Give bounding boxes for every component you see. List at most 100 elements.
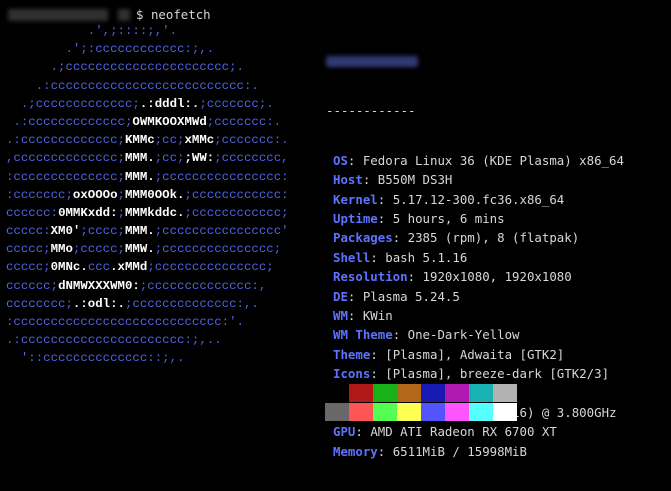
logo-line: .:cccccccccccccccccccccc:;,.. <box>6 331 289 349</box>
logo-line: ccccc;0MNc.ccc.xMMd;ccccccccccccccc; <box>6 258 289 276</box>
logo-line: '::cccccccccccccc::;,. <box>6 349 289 367</box>
redacted-hostname <box>118 9 130 21</box>
color-swatch-bright-0 <box>325 403 349 421</box>
color-palette <box>325 384 517 421</box>
logo-segment: ;ccccccc:. <box>206 114 282 129</box>
terminal-window[interactable]: $ neofetch .',;::::;,'. .';:cccccccccccc… <box>0 0 671 459</box>
color-swatch-bright-4 <box>421 403 445 421</box>
redacted-username <box>8 9 108 21</box>
logo-line: .:cccccccccccccccccccccccccc:. <box>6 77 289 95</box>
logo-highlight: MMW. <box>125 242 155 257</box>
logo-segment: :cccccccccccccccccccccccccccc:'. <box>6 315 244 329</box>
info-key: Resolution <box>333 269 408 285</box>
info-key: GPU <box>333 424 356 440</box>
logo-segment: :ccccccc; <box>6 187 73 202</box>
logo-segment: ;ccccccccccccccc; <box>154 242 282 257</box>
logo-highlight: ;WW: <box>184 151 215 166</box>
info-row-theme: Theme: [Plasma], Adwaita [GTK2] <box>333 346 565 362</box>
logo-line: .';:cccccccccccc:;,. <box>6 40 289 58</box>
color-swatch-bright-7 <box>493 403 517 421</box>
logo-segment: ccc <box>87 260 111 275</box>
color-swatch-normal-1 <box>349 384 373 402</box>
info-row-uptime: Uptime: 5 hours, 6 mins <box>333 210 505 226</box>
fedora-ascii-logo: .',;::::;,'. .';:cccccccccccc:;,. .;cccc… <box>6 22 289 368</box>
logo-segment: ;cccccccccccc: <box>184 187 289 202</box>
logo-highlight: oxOOOo <box>72 187 118 202</box>
info-key: OS <box>333 152 348 168</box>
logo-line: .;ccccccccccccc;.:dddl:.;ccccccc;. <box>6 95 289 113</box>
info-row-memory: Memory: 6511MiB / 15998MiB <box>333 443 527 459</box>
color-swatch-normal-6 <box>469 384 493 402</box>
info-value: [Plasma], breeze-dark [GTK2/3] <box>385 366 610 382</box>
logo-segment: .:cccccccccccccccccccccc:;,.. <box>6 333 222 348</box>
logo-highlight: dNMWXXXWM0: <box>58 278 140 293</box>
info-row-shell: Shell: bash 5.1.16 <box>333 249 468 265</box>
logo-segment: ;ccccccccccccccc; <box>147 260 274 275</box>
info-row-kernel: Kernel: 5.17.12-300.fc36.x86_64 <box>333 191 565 207</box>
info-value: 5.17.12-300.fc36.x86_64 <box>392 191 565 207</box>
logo-line: .:ccccccccccccc;KMMc;cc;xMMc;ccccccc:. <box>6 131 289 149</box>
color-swatch-bright-5 <box>445 403 469 421</box>
info-key: Icons <box>333 366 371 382</box>
logo-segment: .;ccccccccccccc; <box>6 96 140 111</box>
logo-line: ,cccccccccccccc;MMM.;cc;;WW:;cccccccc, <box>6 149 289 167</box>
logo-segment: ;ccccccc;. <box>199 96 274 111</box>
logo-segment: ; <box>117 205 125 220</box>
color-swatch-bright-2 <box>373 403 397 421</box>
logo-segment: ;cccccccccccccc:, <box>139 278 267 293</box>
logo-line: :cccccccccccccc;MMM.;cccccccccccccccc: <box>6 168 289 186</box>
color-swatch-normal-2 <box>373 384 397 402</box>
logo-segment: ;cccccccccccccccc: <box>154 169 289 184</box>
color-swatch-normal-5 <box>445 384 469 402</box>
info-row-wm: WM: KWin <box>333 307 393 323</box>
logo-highlight: 0MMKxdd: <box>58 205 118 220</box>
logo-segment: cccccccc; <box>6 296 73 311</box>
logo-segment: ccccc; <box>6 260 51 275</box>
info-value: AMD ATI Radeon RX 6700 XT <box>370 424 557 440</box>
logo-segment: ; <box>117 187 125 202</box>
logo-segment: .';:cccccccccccc:;,. <box>6 42 215 57</box>
color-swatch-bright-3 <box>397 403 421 421</box>
logo-highlight: MMM. <box>125 224 155 239</box>
info-row-os: OS: Fedora Linux 36 (KDE Plasma) x86_64 <box>333 152 624 168</box>
logo-segment: ;cccc; <box>80 224 125 239</box>
info-row-host: Host: B550M DS3H <box>333 172 453 188</box>
color-swatch-normal-0 <box>325 384 349 402</box>
logo-line: cccccc;dNMWXXXWM0:;cccccccccccccc:, <box>6 277 289 295</box>
logo-highlight: MMM. <box>124 169 155 184</box>
info-value: One-Dark-Yellow <box>407 327 520 343</box>
info-value: Plasma 5.24.5 <box>362 288 460 304</box>
logo-segment: ccccc; <box>6 242 51 257</box>
logo-segment: .:ccccccccccccc; <box>6 133 125 148</box>
info-key: DE <box>333 288 348 304</box>
logo-segment: ;cccccccccccccccc' <box>154 224 289 239</box>
logo-segment: ;cc; <box>154 133 185 148</box>
logo-highlight: KMMc <box>124 133 155 148</box>
logo-highlight: MMMkddc. <box>125 205 185 220</box>
logo-segment: ;cccccccc, <box>214 151 289 166</box>
info-value: bash 5.1.16 <box>385 249 468 265</box>
logo-line: cccccccc;.:odl:.;cccccccccccccc:,. <box>6 295 289 313</box>
logo-highlight: MMo <box>50 242 73 257</box>
logo-highlight: OWMKOOXMWd <box>132 114 207 129</box>
info-value: B550M DS3H <box>377 172 453 188</box>
logo-segment: ;cccccccccccc; <box>184 205 289 220</box>
info-row-wm-theme: WM Theme: One-Dark-Yellow <box>333 327 520 343</box>
info-row-resolution: Resolution: 1920x1080, 1920x1080 <box>333 269 572 285</box>
logo-line: :cccccccccccccccccccccccccccc:'. <box>6 313 289 331</box>
info-key: Memory <box>333 443 378 459</box>
logo-highlight: MMM0OOk. <box>124 187 185 202</box>
logo-segment: .;cccccccccccccccccccccc;. <box>6 60 244 75</box>
logo-segment: .:cccccccccccccccccccccccccc:. <box>6 78 259 93</box>
logo-line: .:ccccccccccccc;OWMKOOXMWd;ccccccc:. <box>6 113 289 131</box>
info-value: 1920x1080, 1920x1080 <box>422 269 572 285</box>
info-key: Packages <box>333 230 393 246</box>
info-key: Uptime <box>333 210 378 226</box>
logo-highlight: xMMc <box>184 133 215 148</box>
logo-segment: :cccccccccccccc; <box>6 169 125 184</box>
logo-segment: '::cccccccccccccc::;,. <box>6 351 185 366</box>
redacted-user-at-host <box>326 56 418 68</box>
color-swatch-normal-3 <box>397 384 421 402</box>
info-value: KWin <box>362 307 393 323</box>
info-title <box>326 52 624 71</box>
